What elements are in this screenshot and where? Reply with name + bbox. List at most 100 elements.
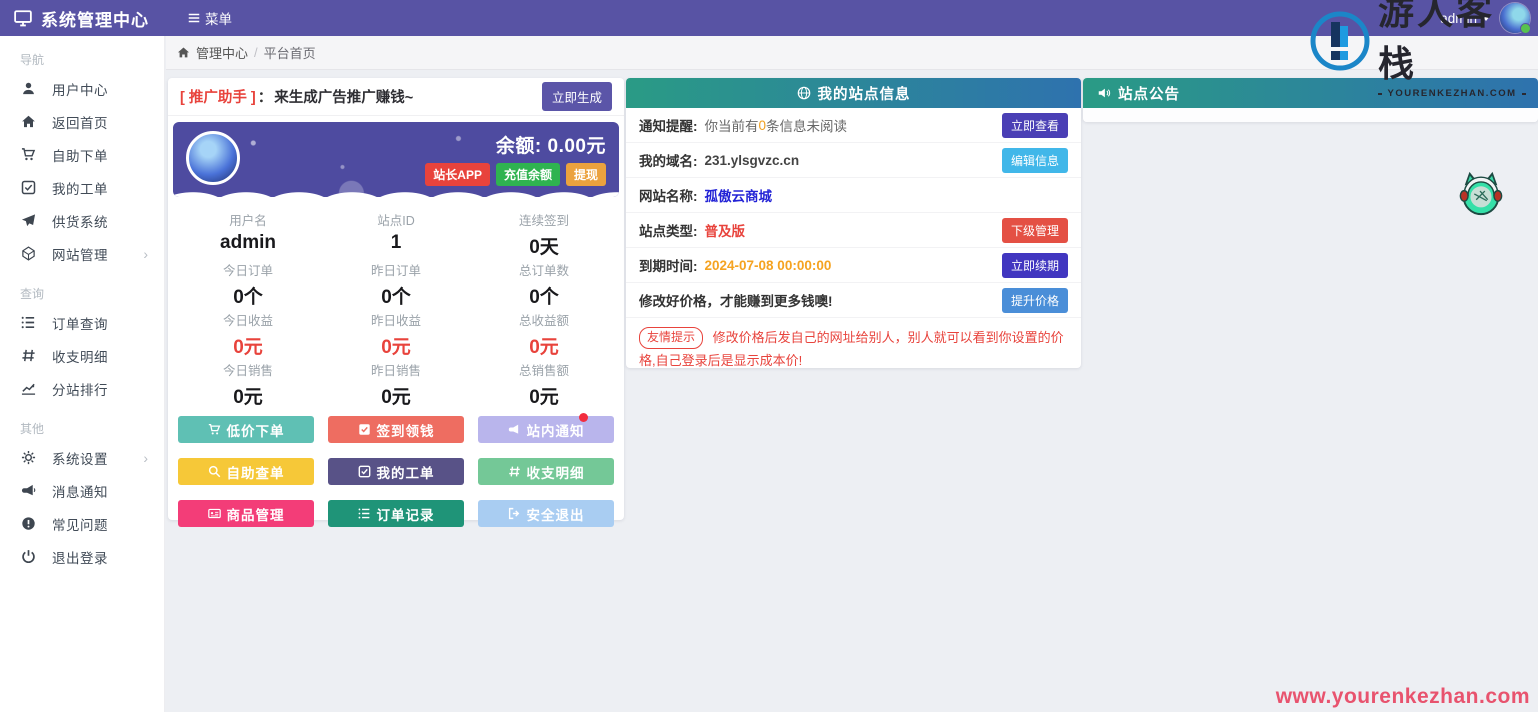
cog-icon [21,450,37,466]
stat-income-total: 总收益额0元 [470,305,618,355]
power-icon [21,549,37,565]
logo-mark-icon [1308,9,1372,73]
stat-orders-yesterday: 昨日订单0个 [322,255,470,305]
domain-value: 231.ylsgvzc.cn [705,153,800,168]
unread-count: 0 [759,118,767,133]
sub-manage-button[interactable]: 下级管理 [1002,218,1068,243]
sidebar-item-income-detail[interactable]: 收支明细 [0,339,164,372]
app-brand: 系统管理中心 [0,6,165,31]
watermark-logo: 游人客栈 YOURENKEZHAN.COM [1308,4,1526,78]
user-avatar-large[interactable] [186,131,240,185]
cloud-decoration [173,183,619,197]
task-check-icon [358,423,371,436]
sidebar-item-my-ticket[interactable]: 我的工单 [0,171,164,204]
tip-tag: 友情提示 [639,327,703,349]
stat-username: 用户名admin [174,205,322,255]
menu-label: 菜单 [205,8,232,28]
income-detail-button[interactable]: 收支明细 [478,458,614,485]
edit-info-button[interactable]: 编辑信息 [1002,148,1068,173]
breadcrumb-root[interactable]: 管理中心 [196,43,248,62]
info-row-domain: 我的域名: 231.ylsgvzc.cn 编辑信息 [626,143,1081,178]
my-ticket-button[interactable]: 我的工单 [328,458,464,485]
generate-ad-button[interactable]: 立即生成 [542,82,612,111]
list-icon [21,315,37,331]
logo-text: 游人客栈 [1378,0,1526,87]
watermark-url: www.yourenkezhan.com [1276,685,1530,709]
cat-headphone-widget[interactable] [1457,168,1505,218]
balance-label: 余额: [496,136,542,157]
stat-orders-total: 总订单数0个 [470,255,618,305]
sidebar-item-label: 返回首页 [52,112,148,132]
breadcrumb-separator: / [254,45,258,60]
exclamation-circle-icon [21,516,37,532]
site-info-header: 我的站点信息 [626,78,1081,108]
sidebar-item-order-query[interactable]: 订单查询 [0,306,164,339]
dashboard-card: [ 推广助手 ] ： 来生成广告推广赚钱~ 立即生成 余额: 0.00元 站长A… [168,78,624,520]
sidebar-item-label: 用户中心 [52,79,148,99]
sidebar-item-supply[interactable]: 供货系统 [0,204,164,237]
logo-dash [1378,93,1382,95]
stat-sales-yesterday: 昨日销售0元 [322,355,470,405]
stat-orders-today: 今日订单0个 [174,255,322,305]
site-info-card: 我的站点信息 通知提醒: 你当前有 0 条信息未阅读 立即查看 我的域名: 23… [626,78,1081,368]
product-manage-button[interactable]: 商品管理 [178,500,314,527]
stat-sales-total: 总销售额0元 [470,355,618,405]
chevron-right-icon: › [143,247,148,261]
cart-icon [21,147,37,163]
site-name-value: 孤傲云商城 [705,185,773,205]
stat-checkin-streak: 连续签到0天 [470,205,618,255]
task-check-icon [21,180,37,196]
site-info-title: 我的站点信息 [818,83,911,104]
promo-banner: [ 推广助手 ] ： 来生成广告推广赚钱~ 立即生成 [168,78,624,116]
balance-value: 0.00元 [548,136,606,157]
order-record-button[interactable]: 订单记录 [328,500,464,527]
sidebar-section-query: 查询 [0,270,164,306]
send-icon [21,213,37,229]
stat-sales-today: 今日销售0元 [174,355,322,405]
sidebar-item-branch-rank[interactable]: 分站排行 [0,372,164,405]
renew-button[interactable]: 立即续期 [1002,253,1068,278]
sidebar-item-label: 分站排行 [52,379,148,399]
sidebar-item-notifications[interactable]: 消息通知 [0,474,164,507]
raise-price-button[interactable]: 提升价格 [1002,288,1068,313]
notice-badge-dot [579,413,588,422]
user-icon [21,81,37,97]
sidebar-item-logout[interactable]: 退出登录 [0,540,164,573]
logo-dash [1522,93,1526,95]
sidebar-item-label: 我的工单 [52,178,148,198]
stat-site-id: 站点ID1 [322,205,470,255]
logo-domain-text: YOURENKEZHAN.COM [1387,88,1516,99]
sidebar-item-label: 退出登录 [52,547,148,567]
cheap-order-button[interactable]: 低价下单 [178,416,314,443]
sidebar-section-other: 其他 [0,405,164,441]
sidebar-item-user-center[interactable]: 用户中心 [0,72,164,105]
sidebar-item-self-order[interactable]: 自助下单 [0,138,164,171]
info-row-price: 修改好价格，才能赚到更多钱噢! 提升价格 [626,283,1081,318]
sidebar-item-label: 常见问题 [52,514,148,534]
list-icon [358,507,371,520]
view-now-button[interactable]: 立即查看 [1002,113,1068,138]
megaphone-icon [508,423,521,436]
menu-toggle[interactable]: 菜单 [187,8,232,28]
sidebar-item-site-manage[interactable]: 网站管理 › [0,237,164,270]
id-card-icon [208,507,221,520]
sidebar-item-label: 消息通知 [52,481,148,501]
promo-separator: ： [258,86,273,107]
sidebar-item-faq[interactable]: 常见问题 [0,507,164,540]
sidebar-item-settings[interactable]: 系统设置 › [0,441,164,474]
announcement-title: 站点公告 [1118,83,1180,104]
promo-text: 来生成广告推广赚钱~ [274,86,413,107]
checkin-button[interactable]: 签到领钱 [328,416,464,443]
hash-icon [21,348,37,364]
megaphone-icon [21,483,37,499]
safe-logout-button[interactable]: 安全退出 [478,500,614,527]
chart-line-icon [21,381,37,397]
search-icon [208,465,221,478]
hash-icon [508,465,521,478]
site-type-value: 普及版 [705,220,746,240]
site-notice-button[interactable]: 站内通知 [478,416,614,443]
order-lookup-button[interactable]: 自助查单 [178,458,314,485]
app-title: 系统管理中心 [41,6,149,31]
sidebar-item-label: 自助下单 [52,145,148,165]
sidebar-item-home[interactable]: 返回首页 [0,105,164,138]
